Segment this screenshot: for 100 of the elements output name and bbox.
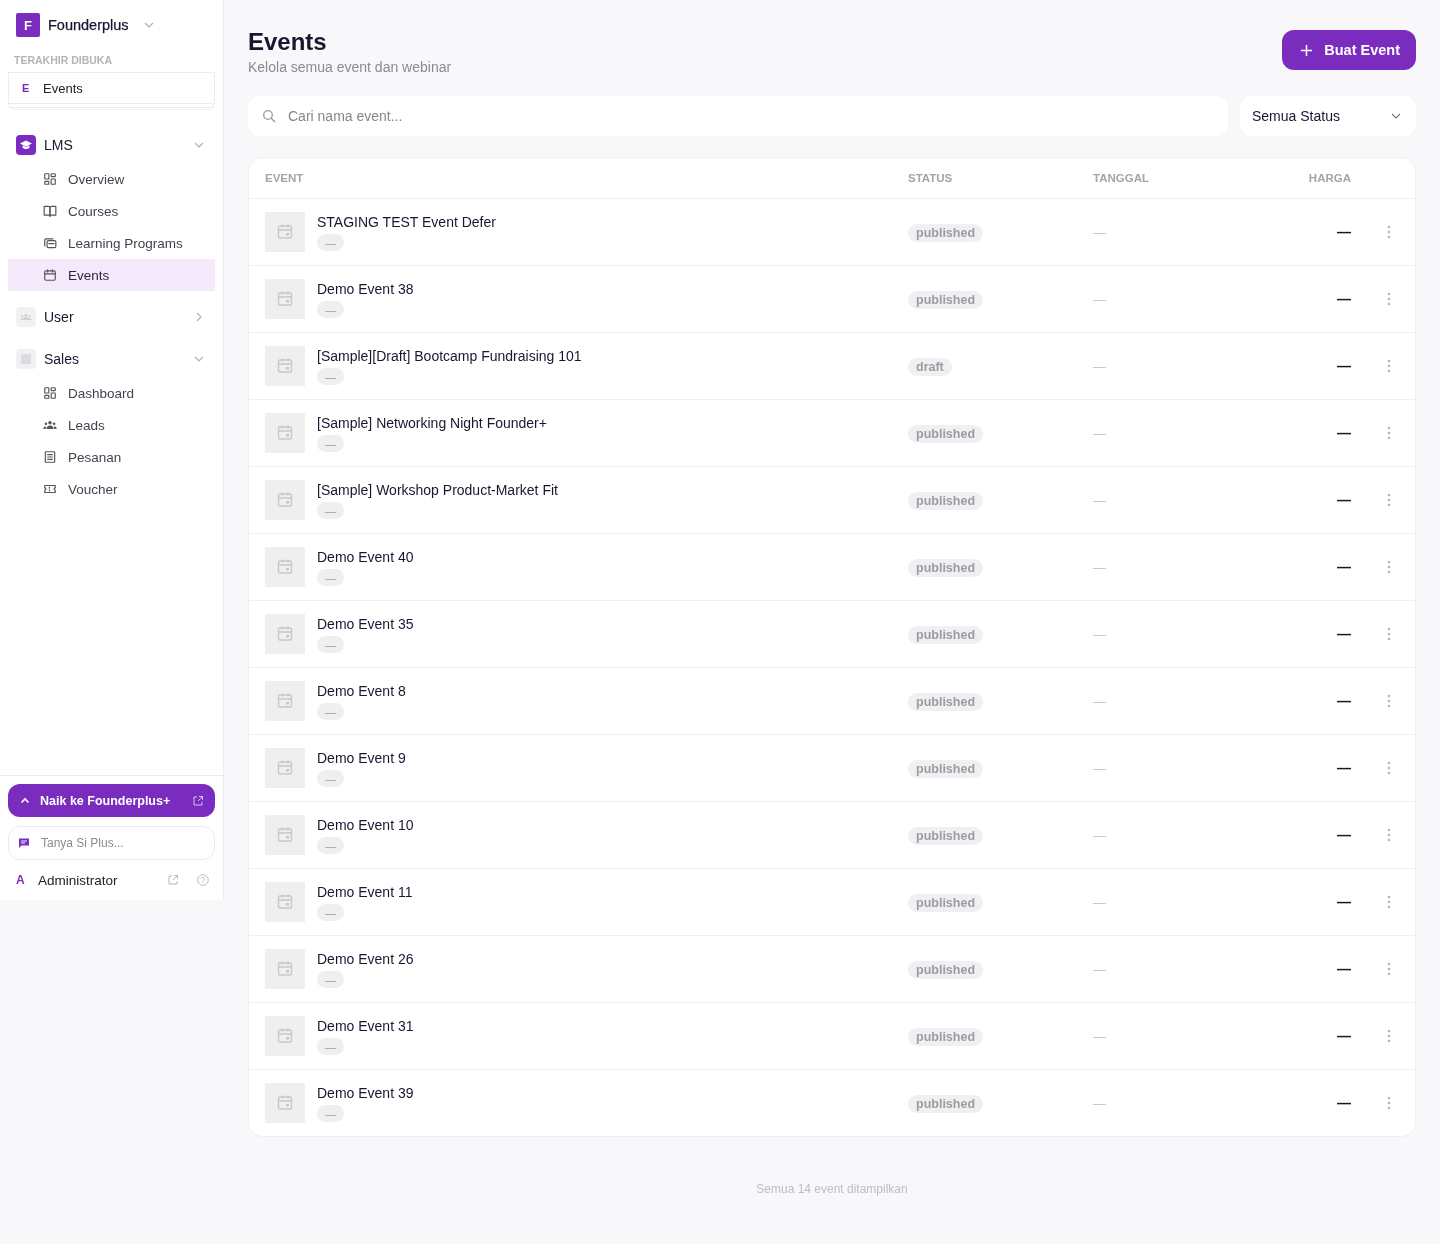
more-options-icon[interactable] bbox=[1387, 694, 1391, 708]
event-price: — bbox=[1337, 894, 1351, 910]
event-date: — bbox=[1093, 962, 1106, 977]
status-tag: draft bbox=[908, 357, 952, 376]
recent-label: Events bbox=[43, 80, 83, 96]
status-tag: published bbox=[908, 491, 984, 510]
event-tag: — bbox=[317, 636, 344, 653]
calendar-icon bbox=[265, 815, 305, 855]
recent-initial: E bbox=[22, 82, 30, 94]
event-name[interactable]: STAGING TEST Event Defer bbox=[317, 213, 496, 231]
event-name[interactable]: Demo Event 39 bbox=[317, 1084, 414, 1102]
nav-item[interactable]: Dashboard bbox=[8, 377, 215, 409]
square-icon bbox=[16, 349, 36, 369]
event-name[interactable]: Demo Event 9 bbox=[317, 749, 406, 767]
calendar-icon bbox=[265, 681, 305, 721]
status-tag: published bbox=[908, 1027, 984, 1046]
event-date: — bbox=[1093, 426, 1106, 441]
event-price: — bbox=[1337, 1095, 1351, 1111]
nav-item[interactable]: Overview bbox=[8, 163, 215, 195]
nav-group-header[interactable]: Sales bbox=[0, 343, 223, 375]
event-name[interactable]: Demo Event 40 bbox=[317, 548, 414, 566]
more-options-icon[interactable] bbox=[1387, 292, 1391, 306]
event-tag: — bbox=[317, 502, 344, 519]
more-options-icon[interactable] bbox=[1387, 426, 1391, 440]
nav-group-header[interactable]: User bbox=[0, 301, 223, 333]
nav-item[interactable]: Events bbox=[8, 259, 215, 291]
event-name[interactable]: Demo Event 10 bbox=[317, 816, 414, 834]
column-header: HARGA bbox=[1308, 172, 1351, 184]
calendar-icon bbox=[265, 480, 305, 520]
more-options-icon[interactable] bbox=[1387, 895, 1391, 909]
calendar-icon bbox=[265, 346, 305, 386]
event-tag: — bbox=[317, 971, 344, 988]
external-link-icon[interactable] bbox=[167, 874, 179, 886]
more-options-icon[interactable] bbox=[1387, 1096, 1391, 1110]
more-options-icon[interactable] bbox=[1387, 627, 1391, 641]
nav-item[interactable]: Pesanan bbox=[8, 441, 215, 473]
more-options-icon[interactable] bbox=[1387, 962, 1391, 976]
event-price: — bbox=[1337, 559, 1351, 575]
more-options-icon[interactable] bbox=[1387, 1029, 1391, 1043]
event-price: — bbox=[1337, 1028, 1351, 1044]
event-date: — bbox=[1093, 694, 1106, 709]
external-link-icon bbox=[192, 794, 204, 807]
more-options-icon[interactable] bbox=[1387, 560, 1391, 574]
plus-icon bbox=[1300, 43, 1314, 57]
event-date: — bbox=[1093, 560, 1106, 575]
event-name[interactable]: [Sample] Workshop Product-Market Fit bbox=[317, 481, 558, 499]
nav-item[interactable]: Courses bbox=[8, 195, 215, 227]
event-name[interactable]: Demo Event 35 bbox=[317, 615, 414, 633]
more-options-icon[interactable] bbox=[1387, 359, 1391, 373]
event-name[interactable]: Demo Event 11 bbox=[317, 883, 413, 901]
workspace-name[interactable]: Founderplus bbox=[48, 17, 129, 33]
column-header: TANGGAL bbox=[1093, 172, 1149, 184]
calendar-icon bbox=[265, 413, 305, 453]
event-name[interactable]: [Sample][Draft] Bootcamp Fundraising 101 bbox=[317, 347, 582, 365]
event-tag: — bbox=[317, 569, 344, 586]
nav-group-header[interactable]: LMS bbox=[0, 129, 223, 161]
event-price: — bbox=[1337, 291, 1351, 307]
nav-item[interactable]: Voucher bbox=[8, 473, 215, 505]
assistant-input-field[interactable]: Tanya Si Plus... bbox=[8, 826, 215, 860]
help-icon[interactable] bbox=[197, 874, 209, 886]
create-event-button[interactable]: Buat Event bbox=[1282, 30, 1416, 70]
calendar-icon bbox=[265, 1016, 305, 1056]
upgrade-button[interactable]: Naik ke Founderplus+ bbox=[8, 784, 215, 817]
event-name[interactable]: [Sample] Networking Night Founder+ bbox=[317, 414, 547, 432]
event-tag: — bbox=[317, 234, 344, 251]
page-subtitle: Kelola semua event dan webinar bbox=[248, 58, 452, 76]
account-name[interactable]: Administrator bbox=[38, 872, 118, 888]
section-heading: TERAKHIR DIBUKA bbox=[14, 54, 112, 66]
ticket-icon bbox=[43, 482, 57, 496]
chat-icon bbox=[18, 837, 30, 849]
status-tag: published bbox=[908, 759, 984, 778]
more-options-icon[interactable] bbox=[1387, 828, 1391, 842]
graduation-cap-icon bbox=[16, 135, 36, 155]
more-options-icon[interactable] bbox=[1387, 493, 1391, 507]
more-options-icon[interactable] bbox=[1387, 761, 1391, 775]
more-options-icon[interactable] bbox=[1387, 225, 1391, 239]
event-name[interactable]: Demo Event 31 bbox=[317, 1017, 414, 1035]
event-price: — bbox=[1337, 425, 1351, 441]
event-price: — bbox=[1337, 827, 1351, 843]
search-icon bbox=[262, 109, 276, 123]
calendar-icon bbox=[265, 1083, 305, 1123]
event-price: — bbox=[1337, 224, 1351, 240]
status-tag: published bbox=[908, 223, 984, 242]
calendar-icon bbox=[265, 212, 305, 252]
event-date: — bbox=[1093, 627, 1106, 642]
event-name[interactable]: Demo Event 38 bbox=[317, 280, 414, 298]
event-date: — bbox=[1093, 1096, 1106, 1111]
event-date: — bbox=[1093, 292, 1106, 307]
people-icon bbox=[16, 307, 36, 327]
nav-item[interactable]: Learning Programs bbox=[8, 227, 215, 259]
event-tag: — bbox=[317, 1105, 344, 1122]
status-tag: published bbox=[908, 826, 984, 845]
status-tag: published bbox=[908, 692, 984, 711]
search-field[interactable]: Cari nama event... bbox=[248, 96, 1228, 136]
event-name[interactable]: Demo Event 8 bbox=[317, 682, 406, 700]
event-date: — bbox=[1093, 225, 1106, 240]
event-name[interactable]: Demo Event 26 bbox=[317, 950, 414, 968]
status-filter-dropdown[interactable]: Semua Status bbox=[1240, 96, 1416, 136]
calendar-icon bbox=[265, 614, 305, 654]
nav-item[interactable]: Leads bbox=[8, 409, 215, 441]
